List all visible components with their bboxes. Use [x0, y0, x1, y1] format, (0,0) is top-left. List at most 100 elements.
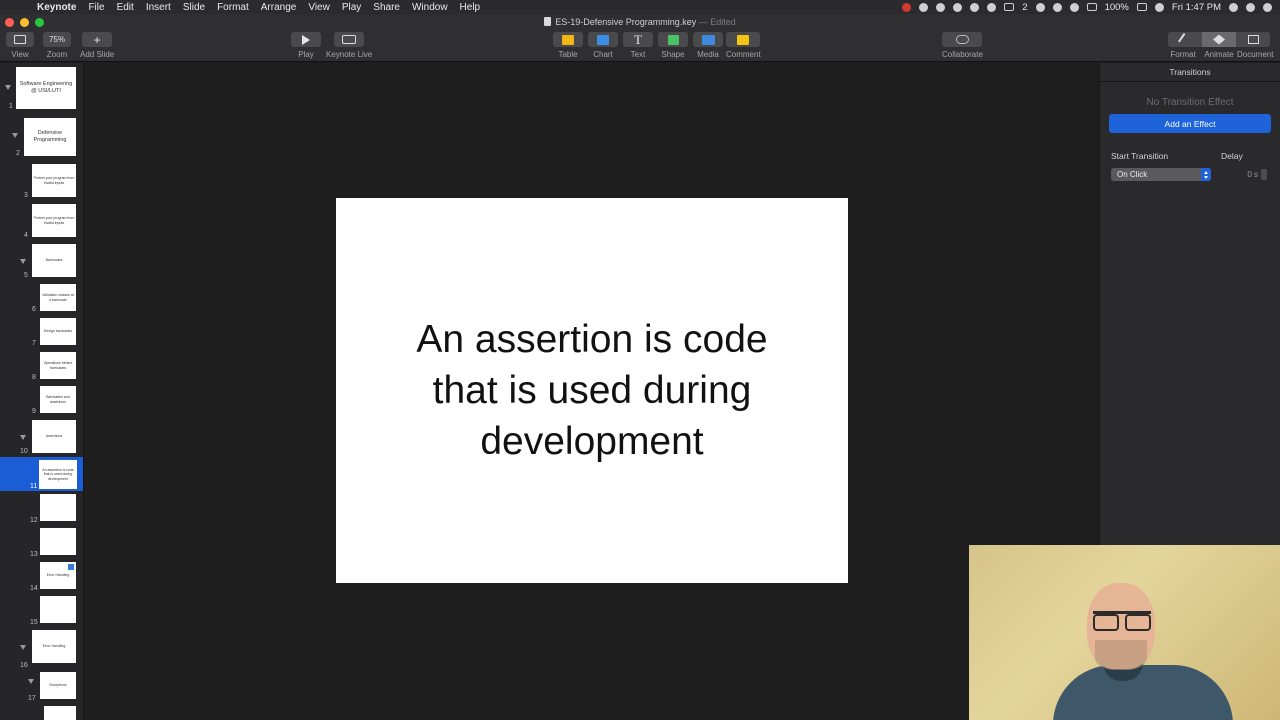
slide-thumbnail[interactable]: Defensive Programming: [24, 118, 76, 156]
slide-thumbnail[interactable]: [44, 706, 76, 720]
slide-thumbnail[interactable]: [40, 494, 76, 521]
play-button[interactable]: [291, 32, 321, 47]
slide-thumbnail[interactable]: Error Handling: [32, 630, 76, 663]
slide-thumbnail-row[interactable]: 17 Exceptions: [0, 669, 83, 703]
slide-thumbnail-row[interactable]: 12: [0, 491, 83, 525]
slide-thumbnail-row[interactable]: 10 Assertions: [0, 417, 83, 457]
slide-thumbnail-row[interactable]: 15: [0, 593, 83, 627]
display-badge[interactable]: 2: [1022, 2, 1027, 13]
dropbox-icon[interactable]: [919, 2, 929, 12]
slide-thumbnail-row[interactable]: 16 Error Handling: [0, 627, 83, 669]
menu-help[interactable]: Help: [460, 2, 481, 13]
disclosure-triangle-icon[interactable]: [20, 259, 26, 264]
slide-thumbnail-row[interactable]: 18: [0, 703, 83, 720]
zoom-select[interactable]: 75%: [43, 32, 71, 47]
transitions-tab[interactable]: Transitions: [1100, 67, 1280, 79]
screen-icon[interactable]: [1004, 3, 1015, 11]
menu-file[interactable]: File: [88, 2, 104, 13]
slide-thumbnail[interactable]: [40, 596, 76, 623]
disclosure-triangle-icon[interactable]: [20, 435, 26, 440]
slide-thumbnail-row[interactable]: 6 Validation classes at a barricade: [0, 281, 83, 315]
slide-thumbnail-row[interactable]: 8 Operations behind barricades: [0, 349, 83, 383]
slide-thumbnail[interactable]: An assertion is code that is used during…: [39, 460, 77, 489]
current-slide[interactable]: An assertion is code that is used during…: [336, 198, 848, 583]
slide-thumbnail[interactable]: Barricades: [32, 244, 76, 277]
menu-window[interactable]: Window: [412, 2, 448, 13]
add-slide-button[interactable]: +: [82, 32, 113, 47]
battery-percent[interactable]: 100%: [1105, 2, 1129, 13]
menu-view[interactable]: View: [308, 2, 330, 13]
slide-thumbnail[interactable]: Error Handling: [40, 562, 76, 589]
slide-thumbnail-row[interactable]: 13: [0, 525, 83, 559]
menu-edit[interactable]: Edit: [117, 2, 134, 13]
clock[interactable]: Fri 1:47 PM: [1172, 2, 1221, 13]
menu-arrange[interactable]: Arrange: [261, 2, 297, 13]
view-button[interactable]: [6, 32, 34, 47]
slide-thumbnail[interactable]: Protect your program from invalid inputs: [32, 204, 76, 237]
disclosure-triangle-icon[interactable]: [12, 133, 18, 138]
slide-thumbnail-row[interactable]: 5 Barricades: [0, 241, 83, 281]
slide-thumbnail-row[interactable]: 3 Protect your program from invalid input…: [0, 161, 83, 201]
slide-thumbnail[interactable]: Operations behind barricades: [40, 352, 76, 379]
slide-thumbnail[interactable]: Validation classes at a barricade: [40, 284, 76, 311]
table-button[interactable]: [553, 32, 583, 47]
collaborate-button[interactable]: [942, 32, 983, 47]
shape-button[interactable]: [658, 32, 688, 47]
bluetooth-icon[interactable]: [1052, 2, 1062, 12]
notification-center-icon[interactable]: [1263, 2, 1272, 12]
flag-icon[interactable]: [1086, 3, 1097, 11]
keynote-live-button[interactable]: [334, 32, 365, 47]
disclosure-triangle-icon[interactable]: [20, 645, 26, 650]
slide-thumbnail[interactable]: Protect your program from invalid inputs: [32, 164, 76, 197]
slide-thumbnail[interactable]: Assertions: [32, 420, 76, 453]
slide-thumbnail[interactable]: Software Engineering @ USI/LUTI: [16, 67, 76, 109]
slide-number: 17: [28, 695, 36, 702]
slide-thumbnail-row[interactable]: 1 Software Engineering @ USI/LUTI: [0, 63, 83, 113]
delay-stepper[interactable]: [1261, 169, 1267, 180]
toolbar: ES-19-Defensive Programming.key — Edited…: [0, 14, 1280, 62]
start-transition-select[interactable]: On Click: [1111, 168, 1211, 181]
spotlight-icon[interactable]: [1229, 2, 1238, 12]
slide-thumbnail-row[interactable]: 4 Protect your program from invalid input…: [0, 201, 83, 241]
menu-share[interactable]: Share: [373, 2, 400, 13]
time-machine-icon[interactable]: [1035, 2, 1045, 12]
menu-insert[interactable]: Insert: [146, 2, 171, 13]
menu-app-keynote[interactable]: Keynote: [37, 2, 76, 13]
menu-slide[interactable]: Slide: [183, 2, 205, 13]
edited-indicator: — Edited: [698, 17, 736, 27]
format-tab-button[interactable]: [1168, 32, 1202, 47]
slide-thumbnail-row[interactable]: 14 Error Handling: [0, 559, 83, 593]
add-slide-label: Add Slide: [80, 50, 115, 59]
slide-thumbnail[interactable]: Barricades and assertions: [40, 386, 76, 413]
slide-title-text[interactable]: An assertion is code that is used during…: [382, 314, 802, 467]
text-button[interactable]: T: [623, 32, 653, 47]
slide-thumbnail[interactable]: Design barricades: [40, 318, 76, 345]
sync-icon[interactable]: [953, 2, 963, 12]
info-icon[interactable]: [970, 2, 980, 12]
slide-thumbnail[interactable]: Exceptions: [40, 672, 76, 699]
slide-thumbnail-row[interactable]: 9 Barricades and assertions: [0, 383, 83, 417]
wifi-icon[interactable]: [1069, 2, 1079, 12]
add-effect-button[interactable]: Add an Effect: [1109, 114, 1271, 133]
siri-icon[interactable]: [1246, 2, 1255, 12]
lock-icon[interactable]: [936, 2, 946, 12]
slide-thumbnail-row[interactable]: 2 Defensive Programming: [0, 115, 83, 159]
comment-button[interactable]: [726, 32, 761, 47]
media-button[interactable]: [693, 32, 723, 47]
animate-tab-button[interactable]: [1202, 32, 1236, 47]
chart-button[interactable]: [588, 32, 618, 47]
battery-icon[interactable]: [1136, 3, 1147, 11]
disclosure-triangle-icon[interactable]: [28, 679, 34, 684]
menu-format[interactable]: Format: [217, 2, 249, 13]
slide-thumbnail[interactable]: [40, 528, 76, 555]
document-tab-button[interactable]: [1236, 32, 1270, 47]
volume-icon[interactable]: [1154, 2, 1164, 12]
slide-thumbnail-row[interactable]: 7 Design barricades: [0, 315, 83, 349]
menu-play[interactable]: Play: [342, 2, 361, 13]
delay-input[interactable]: 0 s: [1224, 168, 1258, 181]
record-icon[interactable]: [902, 2, 912, 12]
keynote-window: Keynote File Edit Insert Slide Format Ar…: [0, 0, 1280, 720]
slide-thumbnail-row[interactable]: 11 An assertion is code that is used duri…: [0, 457, 83, 491]
cloud-icon[interactable]: [987, 2, 997, 12]
disclosure-triangle-icon[interactable]: [5, 85, 11, 90]
